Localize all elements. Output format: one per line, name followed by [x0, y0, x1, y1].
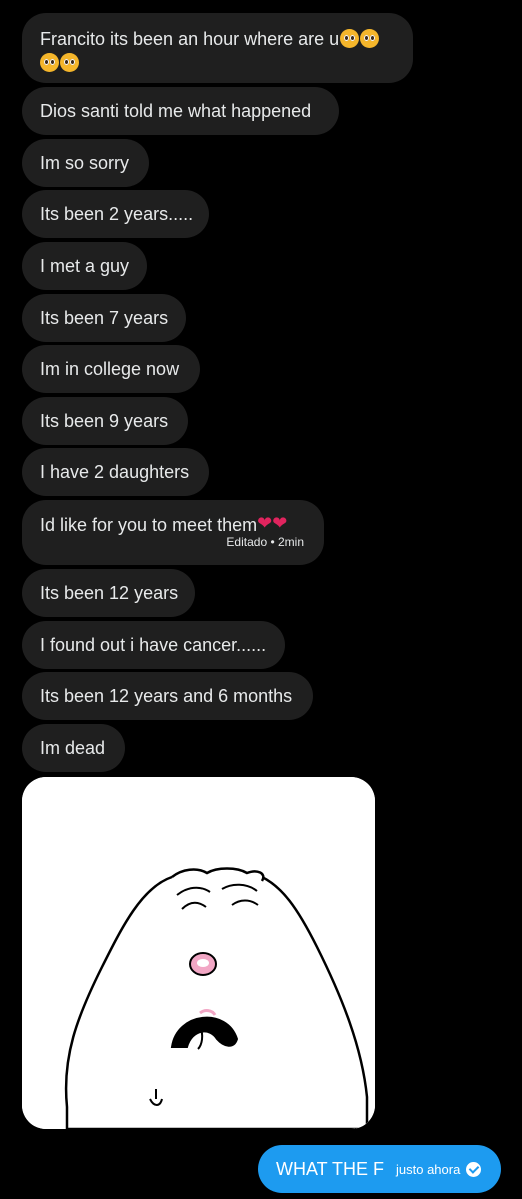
message-bubble[interactable]: Francito its been an hour where are u — [22, 13, 413, 83]
message-bubble[interactable]: I found out i have cancer...... — [22, 621, 285, 669]
message-bubble[interactable]: Id like for you to meet them ❤ ❤ Editado •… — [22, 500, 324, 565]
message-bubble[interactable]: Its been 2 years..... — [22, 190, 209, 238]
message-text: Francito its been an hour where are u — [40, 29, 340, 49]
message-text: Its been 2 years..... — [40, 204, 194, 224]
message-text: Im dead — [40, 738, 106, 758]
pleading-face-icon — [40, 53, 59, 72]
edited-timestamp: Editado • 2min — [226, 535, 304, 549]
message-bubble[interactable]: I have 2 daughters — [22, 448, 209, 496]
sent-message-bubble[interactable]: WHAT THE F justo ahora — [258, 1145, 501, 1193]
crying-blob-image — [22, 777, 375, 1129]
message-text: Its been 9 years — [40, 411, 169, 431]
pleading-face-icon — [60, 53, 79, 72]
message-bubble[interactable]: Im in college now — [22, 345, 200, 393]
broken-heart-icon: ❤ — [272, 513, 288, 533]
message-bubble[interactable]: Its been 12 years and 6 months — [22, 672, 313, 720]
sent-timestamp: justo ahora — [396, 1161, 461, 1177]
message-bubble[interactable]: Its been 12 years — [22, 569, 195, 617]
message-bubble[interactable]: Dios santi told me what happened — [22, 87, 339, 135]
broken-heart-icon: ❤ — [257, 513, 273, 533]
message-text: Id like for you to meet them — [40, 515, 258, 535]
image-message[interactable] — [22, 777, 375, 1129]
message-text: Its been 12 years and 6 months — [40, 686, 293, 706]
message-bubble[interactable]: I met a guy — [22, 242, 147, 290]
message-line — [40, 52, 79, 74]
message-text: Im in college now — [40, 359, 180, 379]
message-bubble[interactable]: Its been 7 years — [22, 294, 186, 342]
message-text: Its been 7 years — [40, 308, 169, 328]
message-line: Francito its been an hour where are u — [40, 28, 380, 50]
message-text: I have 2 daughters — [40, 462, 190, 482]
pleading-face-icon — [360, 29, 380, 48]
message-text: I found out i have cancer...... — [40, 635, 267, 655]
message-text: Its been 12 years — [40, 583, 179, 603]
message-text: Im so sorry — [40, 153, 130, 173]
message-text: I met a guy — [40, 256, 130, 276]
message-text: Dios santi told me what happened — [40, 101, 312, 121]
message-bubble[interactable]: Im dead — [22, 724, 125, 772]
check-circle-icon — [466, 1161, 482, 1177]
message-bubble[interactable]: Its been 9 years — [22, 397, 188, 445]
pleading-face-icon — [340, 29, 360, 48]
message-bubble[interactable]: Im so sorry — [22, 139, 149, 187]
sent-message-text: WHAT THE F — [276, 1158, 384, 1179]
